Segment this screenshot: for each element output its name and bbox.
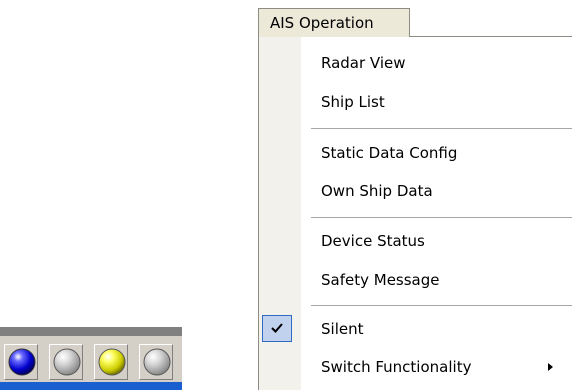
submenu-arrow-icon xyxy=(548,363,553,371)
menu-item-label: Static Data Config xyxy=(321,144,458,162)
dropdown-menu: Radar View Ship List Static Data Config … xyxy=(258,36,572,390)
checked-indicator xyxy=(262,315,292,342)
toolbar-title-strip xyxy=(0,327,182,336)
menu-separator xyxy=(311,128,572,129)
menu-item-label: Switch Functionality xyxy=(321,358,472,376)
menu-item-silent[interactable]: Silent xyxy=(259,312,572,346)
menu-item-label: Radar View xyxy=(321,54,406,72)
menu-item-safety-message[interactable]: Safety Message xyxy=(259,263,572,297)
checkmark-icon xyxy=(271,323,283,333)
menu-separator xyxy=(311,217,572,218)
yellow-led-icon xyxy=(98,348,126,376)
status-indicator-1[interactable] xyxy=(4,344,38,380)
taskbar-strip xyxy=(0,382,182,390)
screen: AIS Operation Radar View Ship List Stati… xyxy=(0,0,572,390)
menu-item-label: Safety Message xyxy=(321,271,440,289)
menu-item-label: Ship List xyxy=(321,93,385,111)
status-indicator-3[interactable] xyxy=(94,344,128,380)
menu-separator xyxy=(311,305,572,306)
menu-item-device-status[interactable]: Device Status xyxy=(259,224,572,258)
menu-item-label: Own Ship Data xyxy=(321,182,433,200)
menu-item-radar-view[interactable]: Radar View xyxy=(259,46,572,80)
menu-title-ais-operation[interactable]: AIS Operation xyxy=(258,8,410,37)
gray-led-icon xyxy=(143,348,171,376)
status-indicator-4[interactable] xyxy=(139,344,173,380)
menu-item-static-data-config[interactable]: Static Data Config xyxy=(259,136,572,170)
menu-item-label: Silent xyxy=(321,320,364,338)
menu-item-ship-list[interactable]: Ship List xyxy=(259,85,572,119)
gray-led-icon xyxy=(53,348,81,376)
menu-item-label: Device Status xyxy=(321,232,425,250)
menu-item-own-ship-data[interactable]: Own Ship Data xyxy=(259,174,572,208)
blue-led-icon xyxy=(8,348,36,376)
status-indicator-2[interactable] xyxy=(49,344,83,380)
menu-item-switch-functionality[interactable]: Switch Functionality xyxy=(259,350,572,384)
